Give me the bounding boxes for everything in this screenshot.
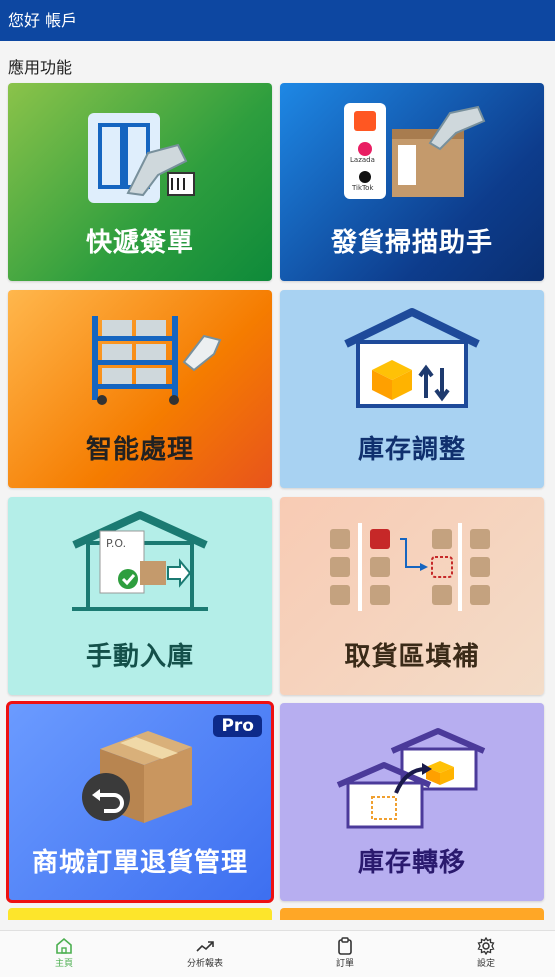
pro-badge: Pro xyxy=(213,715,262,737)
tile-inventory-transfer[interactable]: 庫存轉移 xyxy=(280,703,544,901)
tile-peek-left[interactable] xyxy=(8,908,272,920)
tile-label: 手動入庫 xyxy=(85,642,194,672)
tile-manual-receiving[interactable]: P.O. 手動入庫 xyxy=(8,497,272,695)
feature-grid: 快遞簽單 Lazada TikTok 發貨掃描助手 智能處理 庫存調整 P.O.… xyxy=(0,0,555,977)
tile-label: 庫存轉移 xyxy=(357,848,466,878)
tile-smart-processing[interactable]: 智能處理 xyxy=(8,290,272,488)
nav-label: 分析報表 xyxy=(186,959,223,969)
tile-pick-area-replenish[interactable]: 取貨區填補 xyxy=(280,497,544,695)
trend-icon xyxy=(196,941,214,952)
tile-peek-right[interactable] xyxy=(280,908,544,920)
tile-mall-order-return-management[interactable]: Pro 商城訂單退貨管理 xyxy=(6,701,274,903)
tile-label: 智能處理 xyxy=(85,435,194,465)
tile-shipping-scan-assistant[interactable]: Lazada TikTok 發貨掃描助手 xyxy=(280,83,544,281)
tile-label: 快遞簽單 xyxy=(85,228,194,258)
tile-express-signing[interactable]: 快遞簽單 xyxy=(8,83,272,281)
nav-orders[interactable]: 訂單 xyxy=(305,937,385,969)
lazada-logo-text: Lazada xyxy=(350,156,375,164)
nav-label: 主頁 xyxy=(54,959,73,969)
bottom-navigation: 主頁 分析報表 訂單 設定 xyxy=(0,930,555,977)
svg-text:P.O.: P.O. xyxy=(106,537,126,550)
home-icon xyxy=(56,937,72,954)
tile-label: 庫存調整 xyxy=(357,435,466,465)
tile-inventory-adjustment[interactable]: 庫存調整 xyxy=(280,290,544,488)
clipboard-icon xyxy=(338,937,352,955)
nav-analytics[interactable]: 分析報表 xyxy=(165,937,245,969)
nav-settings[interactable]: 設定 xyxy=(446,937,526,969)
nav-label: 設定 xyxy=(476,959,495,969)
tile-label: 商城訂單退貨管理 xyxy=(31,848,248,878)
tile-label: 取貨區填補 xyxy=(344,642,480,672)
nav-home[interactable]: 主頁 xyxy=(24,937,104,969)
tiktok-logo-text: TikTok xyxy=(352,184,374,192)
tile-label: 發貨掃描助手 xyxy=(330,228,493,258)
gear-icon xyxy=(477,937,495,955)
nav-label: 訂單 xyxy=(335,959,354,969)
